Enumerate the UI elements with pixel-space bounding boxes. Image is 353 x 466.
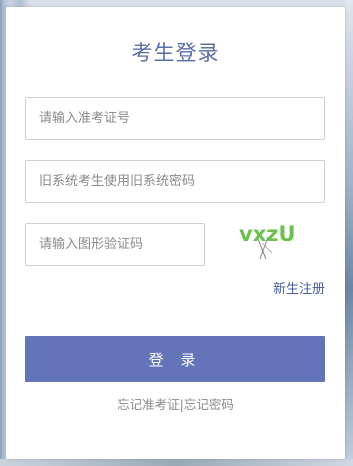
register-link[interactable]: 新生注册 (273, 278, 325, 297)
forgot-exam-id-link[interactable]: 忘记准考证 (117, 397, 180, 412)
background-edge-bottom (0, 459, 353, 466)
exam-id-input[interactable] (25, 97, 325, 140)
login-card: 考生登录 vxzU 新生注册 登 录 忘记准考证|忘记密码 (6, 7, 345, 459)
captcha-image[interactable]: vxzU (232, 217, 302, 259)
password-input[interactable] (25, 160, 325, 203)
background-edge-right (345, 0, 353, 466)
captcha-noise (257, 236, 273, 259)
captcha-input[interactable] (25, 223, 205, 266)
login-button[interactable]: 登 录 (25, 336, 325, 382)
forgot-password-link[interactable]: 忘记密码 (184, 397, 234, 412)
forgot-links: 忘记准考证|忘记密码 (6, 394, 345, 413)
page-title: 考生登录 (131, 41, 220, 65)
